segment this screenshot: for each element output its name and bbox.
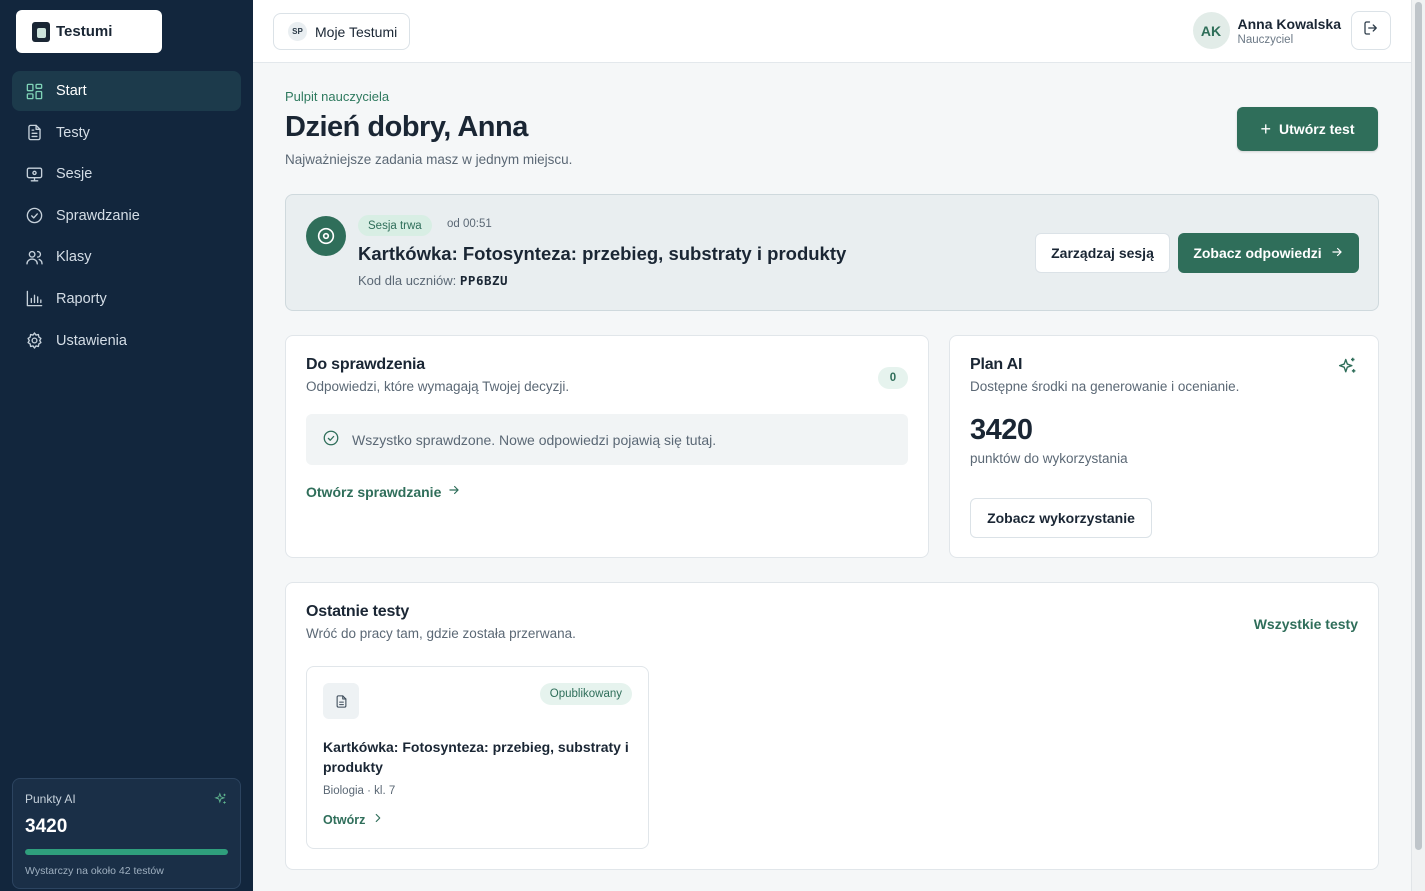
recent-subtitle: Wróć do pracy tam, gdzie została przerwa… bbox=[306, 626, 576, 641]
test-meta: Biologia · kl. 7 bbox=[323, 785, 396, 797]
sidebar-item-label: Klasy bbox=[56, 249, 92, 266]
workspace-label: Moje Testumi bbox=[315, 23, 398, 40]
ai-points-progress-bar bbox=[25, 849, 228, 855]
sidebar: Testumi Start Testy Sesje Sprawdzanie Kl… bbox=[0, 0, 253, 891]
session-code-label: Kod dla uczniów: bbox=[358, 273, 457, 288]
ai-points-value: 3420 bbox=[25, 816, 68, 837]
chevron-right-icon bbox=[371, 811, 385, 828]
manage-session-button[interactable]: Zarządzaj sesją bbox=[1035, 233, 1170, 273]
sidebar-item-label: Sprawdzanie bbox=[56, 207, 140, 224]
session-since: od 00:51 bbox=[447, 218, 492, 230]
sparkle-icon bbox=[1337, 356, 1358, 382]
session-title: Kartkówka: Fotosynteza: przebieg, substr… bbox=[358, 243, 847, 264]
dashboard-icon bbox=[24, 81, 44, 101]
presentation-icon bbox=[24, 164, 44, 184]
test-status-badge: Opublikowany bbox=[539, 683, 632, 705]
logout-icon bbox=[1362, 19, 1380, 42]
page-eyebrow: Pulpit nauczyciela bbox=[285, 89, 390, 104]
gear-icon bbox=[24, 331, 44, 351]
view-answers-label: Zobacz odpowiedzi bbox=[1193, 245, 1322, 261]
sidebar-item-sesje[interactable]: Sesje bbox=[12, 154, 241, 194]
sparkle-icon bbox=[214, 792, 228, 811]
page-scrollbar[interactable] bbox=[1411, 0, 1425, 891]
session-code-row: Kod dla uczniów: PP6BZU bbox=[358, 273, 508, 288]
sidebar-nav: Start Testy Sesje Sprawdzanie Klasy Rapo… bbox=[12, 71, 241, 362]
sidebar-item-raporty[interactable]: Raporty bbox=[12, 279, 241, 319]
page-title: Dzień dobry, Anna bbox=[285, 111, 528, 143]
plus-icon: + bbox=[1260, 119, 1272, 139]
ai-points-widget: Punkty AI 3420 Wystarczy na około 42 tes… bbox=[12, 778, 241, 889]
test-title: Kartkówka: Fotosynteza: przebieg, substr… bbox=[323, 739, 629, 775]
workspace-badge: SP bbox=[288, 22, 307, 41]
active-session-banner: Sesja trwa od 00:51 Kartkówka: Fotosynte… bbox=[285, 194, 1379, 311]
create-test-label: Utwórz test bbox=[1279, 121, 1355, 137]
session-status-badge: Sesja trwa bbox=[358, 215, 432, 236]
review-count-badge: 0 bbox=[878, 367, 908, 389]
sidebar-item-testy[interactable]: Testy bbox=[12, 113, 241, 153]
open-test-link[interactable]: Otwórz bbox=[323, 811, 385, 828]
sidebar-item-label: Ustawienia bbox=[56, 332, 127, 349]
scrollbar-thumb[interactable] bbox=[1415, 2, 1422, 850]
sidebar-item-label: Testy bbox=[56, 124, 90, 141]
user-info: Anna Kowalska Nauczyciel bbox=[1238, 16, 1341, 46]
open-review-label: Otwórz sprawdzanie bbox=[306, 483, 442, 500]
session-live-icon bbox=[306, 216, 346, 256]
sidebar-item-ustawienia[interactable]: Ustawienia bbox=[12, 321, 241, 361]
open-review-link[interactable]: Otwórz sprawdzanie bbox=[306, 483, 461, 500]
logo-icon bbox=[32, 21, 50, 42]
check-circle-icon bbox=[322, 429, 340, 450]
arrow-right-icon bbox=[447, 483, 461, 500]
view-answers-button[interactable]: Zobacz odpowiedzi bbox=[1178, 233, 1359, 273]
sidebar-item-sprawdzanie[interactable]: Sprawdzanie bbox=[12, 196, 241, 236]
avatar[interactable]: AK bbox=[1192, 12, 1230, 49]
review-empty-message: Wszystko sprawdzone. Nowe odpowiedzi poj… bbox=[352, 431, 717, 448]
logout-button[interactable] bbox=[1351, 11, 1391, 50]
plan-subtitle: Dostępne środki na generowanie i ocenian… bbox=[970, 379, 1240, 394]
ai-points-progress-fill bbox=[25, 849, 228, 855]
user-menu: AK Anna Kowalska Nauczyciel bbox=[1192, 11, 1391, 50]
view-usage-button[interactable]: Zobacz wykorzystanie bbox=[970, 498, 1152, 538]
review-subtitle: Odpowiedzi, które wymagają Twojej decyzj… bbox=[306, 379, 570, 394]
sidebar-item-label: Sesje bbox=[56, 166, 93, 183]
ai-points-title: Punkty AI bbox=[25, 792, 76, 806]
arrow-right-icon bbox=[1330, 245, 1344, 262]
user-role: Nauczyciel bbox=[1237, 33, 1294, 46]
recent-tests-card: Ostatnie testy Wróć do pracy tam, gdzie … bbox=[285, 582, 1379, 870]
document-icon bbox=[24, 123, 44, 143]
plan-points-unit: punktów do wykorzystania bbox=[970, 451, 1128, 466]
sidebar-item-label: Raporty bbox=[56, 290, 107, 307]
top-bar: SP Moje Testumi AK Anna Kowalska Nauczyc… bbox=[253, 0, 1411, 63]
plan-title: Plan AI bbox=[970, 356, 1023, 373]
review-card: Do sprawdzenia Odpowiedzi, które wymagaj… bbox=[285, 335, 929, 558]
review-title: Do sprawdzenia bbox=[306, 356, 426, 373]
session-code: PP6BZU bbox=[459, 273, 509, 288]
open-test-label: Otwórz bbox=[323, 812, 366, 827]
user-name: Anna Kowalska bbox=[1237, 15, 1341, 32]
sidebar-item-label: Start bbox=[56, 83, 87, 99]
all-tests-link[interactable]: Wszystkie testy bbox=[1254, 616, 1358, 632]
ai-plan-card: Plan AI Dostępne środki na generowanie i… bbox=[949, 335, 1379, 558]
bar-chart-icon bbox=[24, 289, 44, 309]
sidebar-item-klasy[interactable]: Klasy bbox=[12, 237, 241, 277]
app-logo[interactable]: Testumi bbox=[16, 10, 162, 53]
users-icon bbox=[24, 247, 44, 267]
workspace-button[interactable]: SP Moje Testumi bbox=[273, 13, 411, 50]
page-subtitle: Najważniejsze zadania masz w jednym miej… bbox=[285, 152, 573, 167]
document-icon bbox=[323, 683, 359, 719]
plan-points-value: 3420 bbox=[970, 414, 1033, 446]
ai-points-note: Wystarczy na około 42 testów bbox=[25, 865, 164, 877]
check-circle-icon bbox=[24, 206, 44, 226]
review-empty-state: Wszystko sprawdzone. Nowe odpowiedzi poj… bbox=[306, 414, 908, 465]
test-card[interactable]: Opublikowany Kartkówka: Fotosynteza: prz… bbox=[306, 666, 649, 849]
recent-title: Ostatnie testy bbox=[306, 603, 410, 620]
app-name: Testumi bbox=[56, 23, 113, 40]
create-test-button[interactable]: + Utwórz test bbox=[1237, 107, 1378, 151]
sidebar-item-start[interactable]: Start bbox=[12, 71, 241, 111]
